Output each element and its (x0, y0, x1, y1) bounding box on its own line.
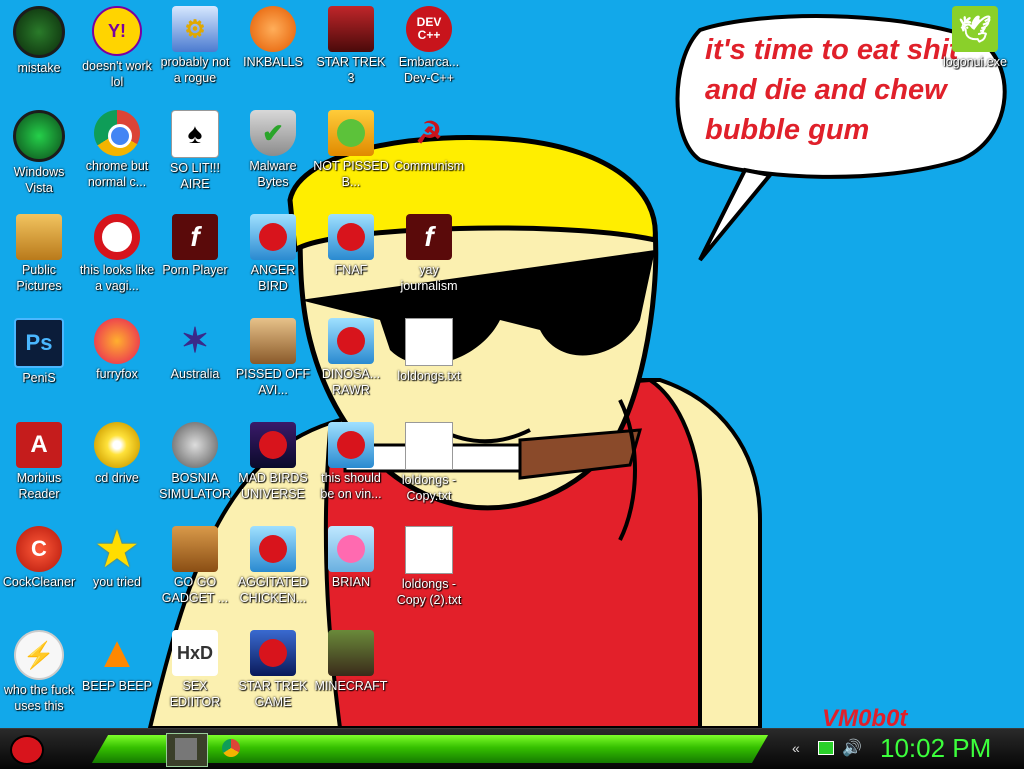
angry-birds-seasons-icon (250, 318, 296, 364)
desktop-icon-pissed-off-avi[interactable]: PISSED OFF AVI... (234, 312, 312, 408)
duck-icon: 🕊 (952, 6, 998, 52)
desktop-icon-devcpp[interactable]: DEV C++ Embarca... Dev-C++ (390, 0, 468, 96)
volume-icon[interactable]: 🔊 (842, 738, 862, 758)
desktop-icon-winamp[interactable]: ⚡ who the fuck uses this (0, 624, 78, 720)
vlc-icon: ▲ (95, 628, 139, 677)
spider-solitaire-icon: ✶ (180, 322, 210, 360)
opera-icon (94, 214, 140, 260)
flash-icon: f (172, 214, 218, 260)
hxd-icon: HxD (172, 630, 218, 676)
firefox-icon (94, 318, 140, 364)
desktop-icon-furryfox[interactable]: furryfox (78, 312, 156, 408)
angry-birds-star-wars-icon (250, 630, 296, 676)
desktop-icon-minecraft[interactable]: MINECRAFT (312, 624, 390, 720)
angry-bird-icon (328, 422, 374, 468)
desktop-icon-loldongs-copy-2[interactable]: loldongs - Copy (2).txt (390, 520, 468, 616)
desktop-icon-mistake[interactable]: mistake (0, 0, 78, 96)
desktop-icon-brian[interactable]: BRIAN (312, 520, 390, 616)
text-file-icon (405, 318, 453, 366)
desktop-icon-star-trek-game[interactable]: STAR TREK GAME (234, 624, 312, 720)
desktop-icon-cd-drive[interactable]: cd drive (78, 416, 156, 512)
desktop-icon-dinosa-rawr[interactable]: DINOSA... RAWR (312, 312, 390, 408)
recycle-bin-icon (13, 110, 65, 162)
back-arrow-icon[interactable]: « (792, 740, 800, 756)
desktop-icon-inkballs[interactable]: INKBALLS (234, 0, 312, 96)
ccleaner-icon: C (16, 526, 62, 572)
desktop-icon-rogue[interactable]: ⚙ probably not a rogue (156, 0, 234, 96)
chrome-icon (222, 739, 240, 757)
briefcase-icon (172, 526, 218, 572)
mine-icon (172, 422, 218, 468)
winamp-icon: ⚡ (14, 630, 64, 680)
desktop-icon-bosnia-simulator[interactable]: BOSNIA SIMULATOR (156, 416, 234, 512)
desktop-icon-communism[interactable]: ☭ Communism (390, 104, 468, 200)
desktop-icon-solitaire[interactable]: ♠ SO LIT!!! AIRE (156, 104, 234, 200)
desktop-icon-yay-journalism[interactable]: f yay journalism (390, 208, 468, 304)
desktop-icon-penis[interactable]: Ps PeniS (0, 312, 78, 408)
desktop-icon-logonui[interactable]: 🕊 logonui.exe (936, 0, 1014, 96)
chrome-icon (94, 110, 140, 156)
shield-icon: ✔ (250, 110, 296, 156)
angry-bird-icon (250, 526, 296, 572)
desktop-icon-aggitated-chicken[interactable]: AGGITATED CHICKEN... (234, 520, 312, 616)
angry-bird-icon (250, 214, 296, 260)
control-panel-icon: ⚙ (172, 6, 218, 52)
inkball-icon (250, 6, 296, 52)
network-icon[interactable] (818, 741, 834, 755)
green-orb-icon (13, 6, 65, 58)
angry-bird-icon (328, 318, 374, 364)
photoshop-icon: Ps (14, 318, 64, 368)
desktop-icon-morbius-reader[interactable]: A Morbius Reader (0, 416, 78, 512)
angry-bird-icon (10, 735, 44, 765)
minecraft-icon (328, 630, 374, 676)
angry-birds-space-icon (250, 422, 296, 468)
desktop-icon-go-go-gadget[interactable]: GO GO GADGET ... (156, 520, 234, 616)
desktop-icon-fnaf[interactable]: FNAF (312, 208, 390, 304)
desktop-icon-sex-editor[interactable]: HxD SEX EDIITOR (156, 624, 234, 720)
app-thumbnail-icon (175, 738, 197, 760)
communism-icon: ☭ (415, 116, 443, 150)
desktop-icon-porn-player[interactable]: f Porn Player (156, 208, 234, 304)
desktop[interactable]: it's time to eat shit and die and chew b… (0, 0, 1024, 728)
taskbar-clock[interactable]: 10:02 PM (880, 733, 991, 764)
desktop-icon-malware-bytes[interactable]: ✔ Malware Bytes (234, 104, 312, 200)
system-tray: « 🔊 (788, 737, 868, 761)
desktop-icon-this-should-be-on-vin[interactable]: this should be on vin... (312, 416, 390, 512)
desktop-icon-beep-beep[interactable]: ▲ BEEP BEEP (78, 624, 156, 720)
taskbar-chrome-button[interactable] (222, 739, 240, 757)
desktop-icon-loldongs[interactable]: loldongs.txt (390, 312, 468, 408)
star-wars-icon (328, 6, 374, 52)
desktop-icon-opera[interactable]: this looks like a vagi... (78, 208, 156, 304)
desktop-icon-australia[interactable]: ✶ Australia (156, 312, 234, 408)
start-button[interactable] (6, 731, 46, 767)
desktop-icon-loldongs-copy[interactable]: loldongs - Copy.txt (390, 416, 468, 512)
folder-icon (16, 214, 62, 260)
devcpp-icon: DEV C++ (406, 6, 452, 52)
desktop-icon-not-pissed[interactable]: NOT PISSED B... (312, 104, 390, 200)
desktop-icon-cockcleaner[interactable]: C CockCleaner (0, 520, 78, 616)
desktop-icon-doesnt-work[interactable]: Y! doesn't work lol (78, 0, 156, 96)
desktop-icon-star-trek-3[interactable]: STAR TREK 3 (312, 0, 390, 96)
taskbar: « 🔊 10:02 PM (0, 728, 1024, 769)
flash-icon: f (406, 214, 452, 260)
desktop-icon-mad-birds-universe[interactable]: MAD BIRDS UNIVERSE (234, 416, 312, 512)
text-file-icon (405, 526, 453, 574)
angry-bird-icon (328, 214, 374, 260)
desktop-icon-public-pictures[interactable]: Public Pictures (0, 208, 78, 304)
text-file-icon (405, 422, 453, 470)
yahoo-messenger-icon: Y! (92, 6, 142, 56)
signature: VM0b0t (822, 705, 908, 728)
acrobat-icon: A (16, 422, 62, 468)
desktop-icon-windows-vista[interactable]: Windows Vista (0, 104, 78, 200)
angry-birds-stella-icon (328, 526, 374, 572)
bad-piggies-icon (328, 110, 374, 156)
desktop-icon-chrome[interactable]: chrome but normal c... (78, 104, 156, 200)
desktop-icon-anger-bird[interactable]: ANGER BIRD (234, 208, 312, 304)
desktop-icon-you-tried[interactable]: ★ you tried (78, 520, 156, 616)
taskbar-app-button[interactable] (166, 733, 208, 767)
cd-icon (94, 422, 140, 468)
solitaire-icon: ♠ (171, 110, 219, 158)
star-icon: ★ (96, 523, 138, 575)
